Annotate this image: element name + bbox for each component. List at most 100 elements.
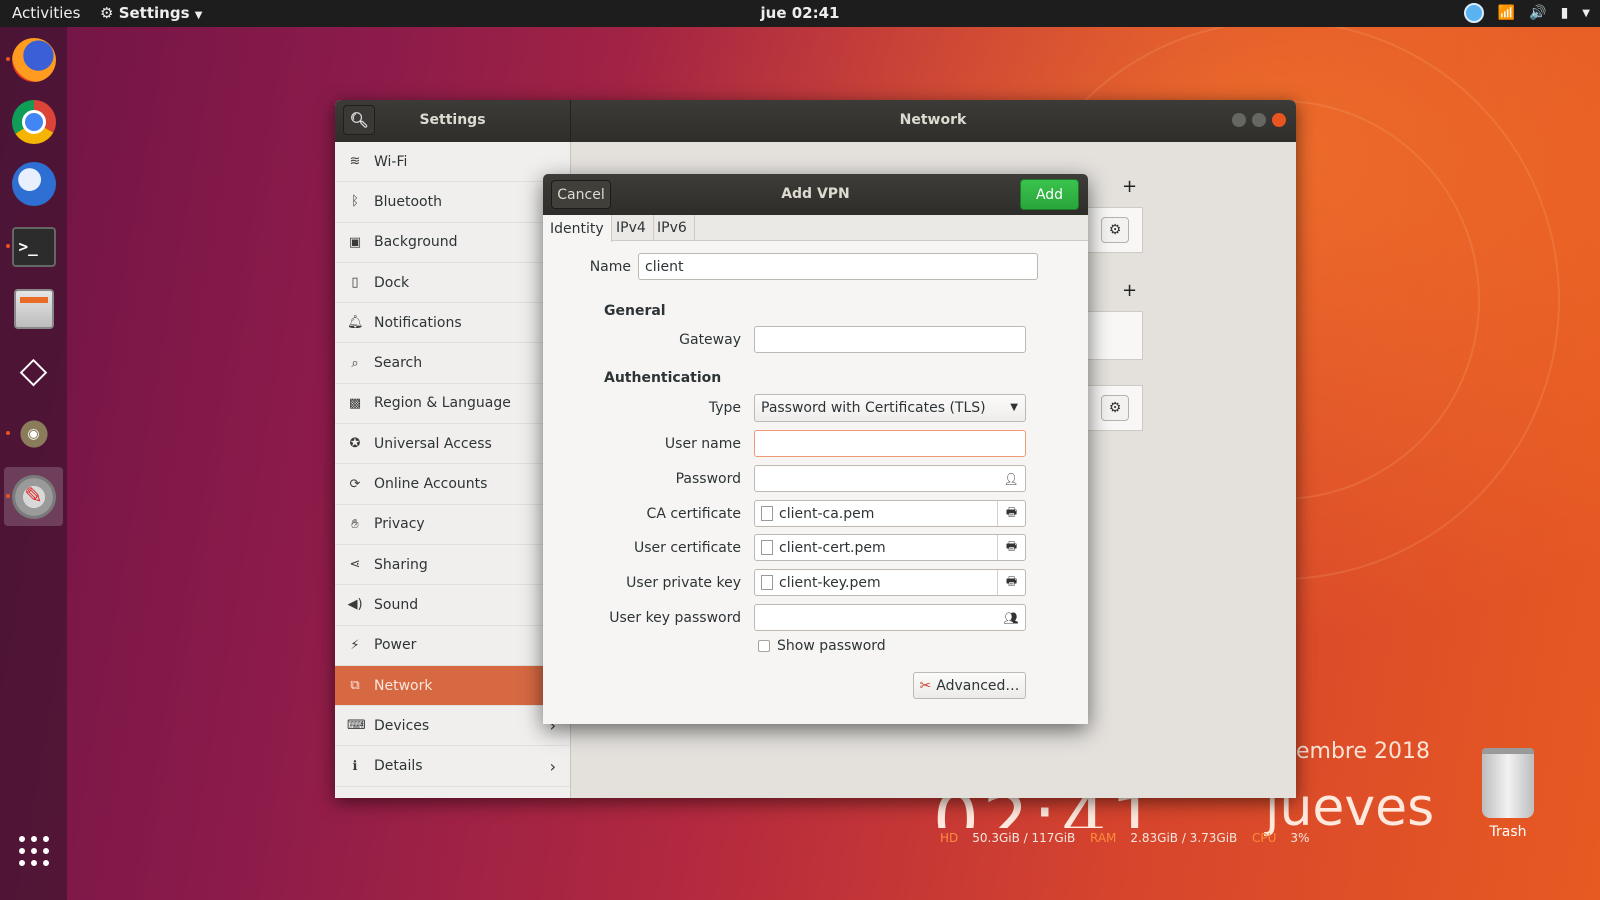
terminal-icon: >_ bbox=[11, 226, 56, 267]
battery-icon[interactable]: ▮ bbox=[1561, 5, 1569, 21]
username-label: User name bbox=[664, 436, 741, 452]
sidebar-item-devices[interactable]: ⌨ Devices › bbox=[335, 706, 570, 747]
gateway-field[interactable] bbox=[754, 326, 1026, 353]
sidebar-item-universal-access[interactable]: ✪ Universal Access bbox=[335, 424, 570, 465]
user-certificate-field[interactable]: client-cert.pem 🖶︎ bbox=[754, 534, 1026, 561]
dock-thunderbird[interactable] bbox=[4, 154, 63, 213]
dock-chrome[interactable] bbox=[4, 92, 63, 151]
connection-settings-button[interactable]: ⚙ bbox=[1101, 217, 1129, 243]
add-button[interactable]: Add bbox=[1020, 179, 1079, 210]
share-icon: ⋖ bbox=[349, 557, 361, 573]
dock-terminal[interactable]: >_ bbox=[4, 217, 63, 276]
tools-icon: ✂ bbox=[919, 677, 932, 694]
sidebar-item-label: Bluetooth bbox=[374, 193, 442, 210]
name-field[interactable]: client bbox=[638, 253, 1038, 280]
sidebar-item-online-accounts[interactable]: ⟳ Online Accounts bbox=[335, 464, 570, 505]
sidebar-item-privacy[interactable]: ✋︎ Privacy bbox=[335, 505, 570, 545]
password-field[interactable]: 👤︎ bbox=[754, 465, 1026, 492]
skype-icon[interactable] bbox=[1463, 3, 1484, 23]
file-icon bbox=[761, 575, 773, 590]
chrome-icon bbox=[11, 99, 56, 144]
volume-icon[interactable]: 🔊 bbox=[1529, 5, 1546, 21]
sidebar-item-label: Sound bbox=[374, 596, 419, 613]
dock-files[interactable] bbox=[4, 279, 63, 338]
bluetooth-icon: ᛒ bbox=[351, 194, 359, 210]
trash-desktop-icon[interactable]: Trash bbox=[1473, 748, 1543, 840]
dock-settings[interactable]: ✎ bbox=[4, 467, 63, 526]
sidebar-item-power[interactable]: ⚡︎ Power bbox=[335, 626, 570, 666]
sidebar-item-sharing[interactable]: ⋖ Sharing bbox=[335, 545, 570, 586]
sidebar-item-details[interactable]: ℹ Details › bbox=[335, 746, 570, 787]
proxy-settings-button[interactable]: ⚙ bbox=[1101, 395, 1129, 421]
dialog-title: Add VPN bbox=[781, 186, 850, 202]
sidebar-item-label: Search bbox=[374, 355, 423, 372]
tab-ipv4[interactable]: IPv4 bbox=[609, 215, 654, 241]
wifi-icon[interactable]: 📶 bbox=[1498, 5, 1515, 21]
cancel-button[interactable]: Cancel bbox=[551, 180, 611, 209]
ca-certificate-field[interactable]: client-ca.pem 🖶︎ bbox=[754, 500, 1026, 527]
system-menu-chevron-icon[interactable]: ▼ bbox=[1582, 8, 1590, 19]
gear-icon: ⚙ bbox=[1108, 222, 1122, 238]
app-menu-label: Settings bbox=[118, 4, 190, 22]
dock-unity[interactable]: ◇ bbox=[4, 341, 63, 400]
activities-button[interactable]: Activities bbox=[12, 4, 80, 22]
password-storage-icon[interactable]: 👤︎ bbox=[997, 466, 1025, 491]
sidebar-item-bluetooth[interactable]: ᛒ Bluetooth bbox=[335, 182, 570, 223]
maximize-button[interactable] bbox=[1252, 113, 1266, 127]
cpu-value: 3% bbox=[1290, 831, 1310, 845]
app-menu[interactable]: ⚙ Settings ▼ bbox=[100, 4, 202, 22]
add-connection-button[interactable]: + bbox=[1122, 176, 1137, 197]
sidebar-item-label: Details bbox=[374, 758, 423, 775]
tab-ipv6[interactable]: IPv6 bbox=[650, 215, 695, 241]
ca-certificate-label: CA certificate bbox=[646, 506, 741, 522]
user-certificate-label: User certificate bbox=[633, 540, 741, 556]
auth-type-select[interactable]: Password with Certificates (TLS) ▼ bbox=[754, 394, 1026, 422]
sidebar-item-wifi[interactable]: ≋ Wi-Fi bbox=[335, 142, 570, 183]
show-password-checkbox[interactable]: Show password bbox=[758, 638, 886, 654]
clock[interactable]: jue 02:41 bbox=[761, 4, 840, 22]
close-button[interactable] bbox=[1272, 113, 1286, 127]
sidebar-item-label: Region & Language bbox=[374, 395, 511, 412]
chevron-down-icon: ▼ bbox=[1010, 402, 1018, 413]
dock-gimp[interactable]: ◉ bbox=[4, 404, 63, 463]
running-indicator bbox=[6, 244, 10, 248]
key-password-label: User key password bbox=[609, 610, 741, 626]
sidebar-item-notifications[interactable]: 🔔︎ Notifications bbox=[335, 303, 570, 344]
file-icon bbox=[761, 506, 773, 521]
show-applications-button[interactable] bbox=[4, 821, 63, 880]
sidebar-item-search[interactable]: ⌕ Search bbox=[335, 343, 570, 384]
hd-stat: HD 50.3GiB / 117GiB bbox=[940, 831, 1075, 845]
settings-titlebar: 🔍︎ Settings Network bbox=[335, 100, 1296, 142]
window-controls bbox=[1232, 113, 1286, 127]
open-file-icon[interactable]: 🖶︎ bbox=[997, 570, 1025, 595]
panel-title: Network bbox=[899, 112, 967, 128]
private-key-field[interactable]: client-key.pem 🖶︎ bbox=[754, 569, 1026, 596]
hd-value: 50.3GiB / 117GiB bbox=[972, 831, 1076, 845]
devices-icon: ⌨ bbox=[347, 718, 366, 734]
sidebar-item-region-language[interactable]: ▩ Region & Language bbox=[335, 384, 570, 425]
open-file-icon[interactable]: 🖶︎ bbox=[997, 501, 1025, 526]
thunderbird-icon bbox=[11, 161, 56, 206]
general-header: General bbox=[604, 303, 666, 319]
sidebar-item-sound[interactable]: ◀) Sound bbox=[335, 585, 570, 626]
minimize-button[interactable] bbox=[1232, 113, 1246, 127]
open-file-icon[interactable]: 🖶︎ bbox=[997, 535, 1025, 560]
key-password-field[interactable]: 👥︎ bbox=[754, 604, 1026, 631]
sidebar-item-background[interactable]: ▣ Background bbox=[335, 223, 570, 263]
username-field[interactable] bbox=[754, 430, 1026, 457]
firefox-icon bbox=[11, 37, 56, 82]
hd-label: HD bbox=[940, 831, 959, 845]
dock-firefox[interactable] bbox=[4, 30, 63, 89]
trash-icon bbox=[1482, 748, 1534, 818]
sidebar-item-network[interactable]: ⧉ Network bbox=[335, 665, 570, 707]
add-vpn-button[interactable]: + bbox=[1122, 280, 1137, 301]
tab-identity[interactable]: Identity bbox=[543, 215, 612, 242]
ram-stat: RAM 2.83GiB / 3.73GiB bbox=[1090, 831, 1237, 845]
advanced-button[interactable]: ✂ Advanced… bbox=[913, 672, 1026, 699]
password-label: Password bbox=[675, 471, 741, 487]
password-storage-icon[interactable]: 👥︎ bbox=[997, 605, 1025, 630]
dialog-header: Add VPN Cancel Add bbox=[543, 174, 1088, 215]
sidebar-item-label: Universal Access bbox=[374, 435, 492, 452]
camera-icon: ▩ bbox=[348, 395, 362, 411]
sidebar-item-dock[interactable]: ▯ Dock bbox=[335, 263, 570, 304]
